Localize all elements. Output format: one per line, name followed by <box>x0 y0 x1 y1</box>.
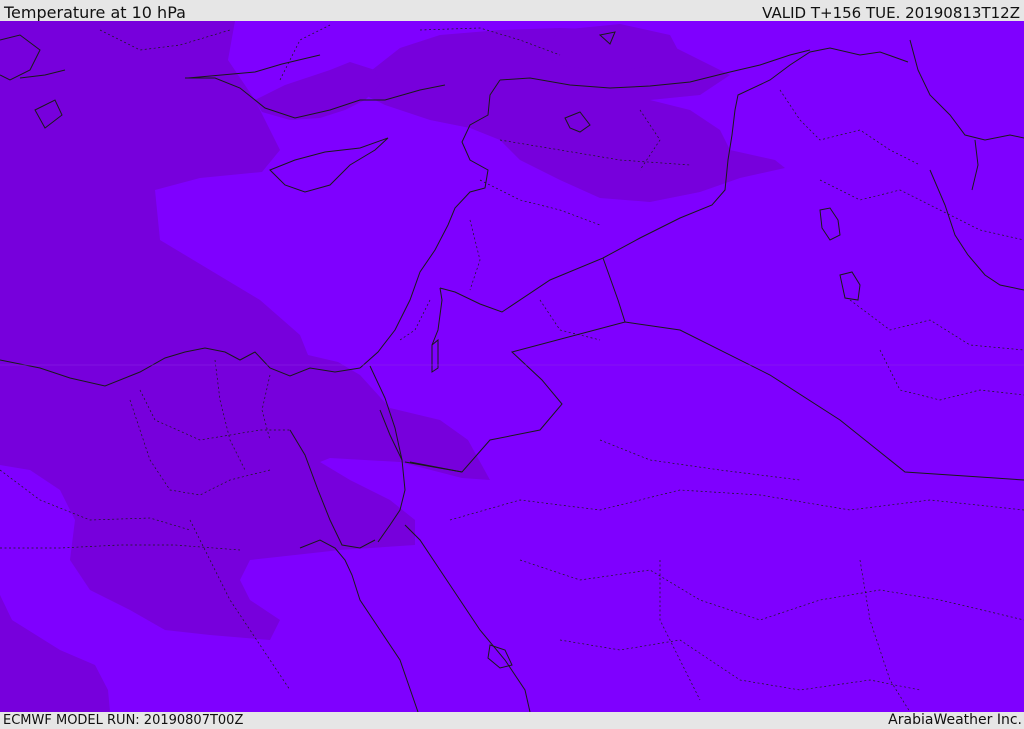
temperature-map[interactable] <box>0 21 1024 712</box>
map-panel[interactable] <box>0 21 1024 712</box>
map-title: Temperature at 10 hPa <box>4 3 186 22</box>
footer-bar: ECMWF MODEL RUN: 20190807T00Z ArabiaWeat… <box>0 712 1024 729</box>
header-bar: Temperature at 10 hPa VALID T+156 TUE. 2… <box>0 0 1024 22</box>
valid-time-label: VALID T+156 TUE. 20190813T12Z <box>762 4 1020 22</box>
model-run-label: ECMWF MODEL RUN: 20190807T00Z <box>3 713 244 728</box>
credit-label: ArabiaWeather Inc. <box>888 712 1022 728</box>
